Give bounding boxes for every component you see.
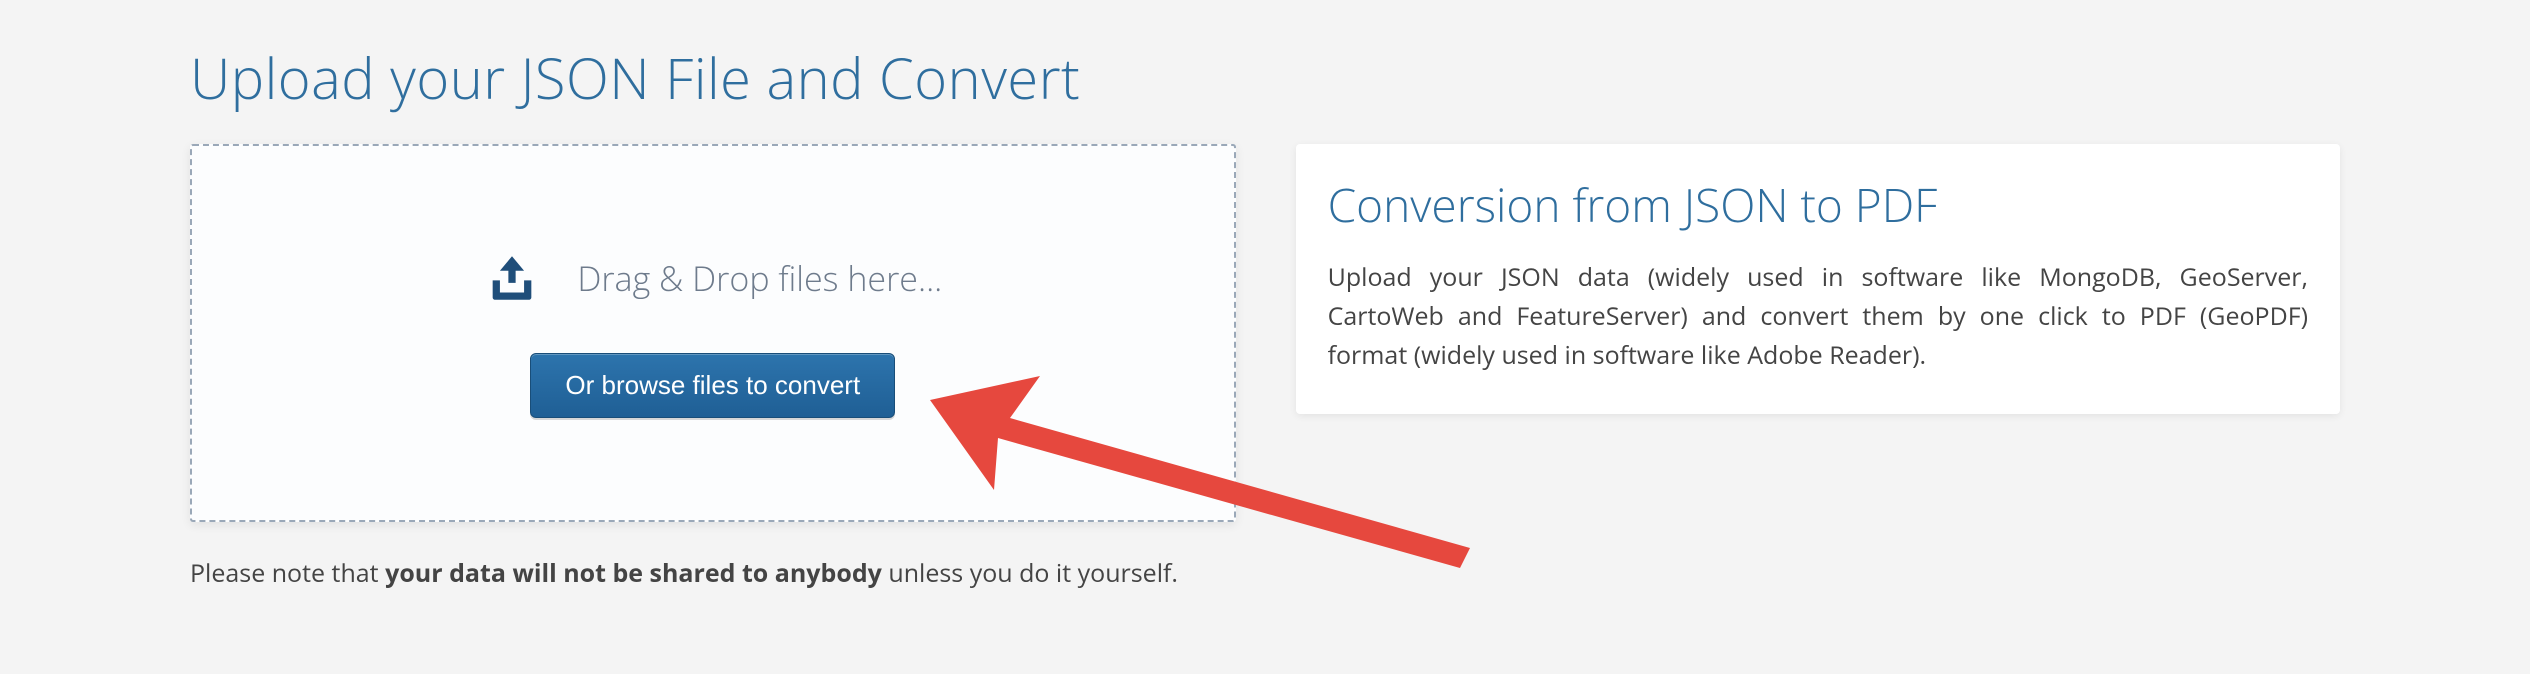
note-bold: your data will not be shared to anybody <box>385 556 882 590</box>
info-body: Upload your JSON data (widely used in so… <box>1328 258 2308 374</box>
privacy-note: Please note that your data will not be s… <box>190 556 2340 590</box>
note-prefix: Please note that <box>190 556 385 590</box>
upload-icon <box>483 249 541 307</box>
browse-files-button[interactable]: Or browse files to convert <box>530 353 895 418</box>
content-row: Drag & Drop files here... Or browse file… <box>190 144 2340 522</box>
file-dropzone[interactable]: Drag & Drop files here... Or browse file… <box>190 144 1236 522</box>
drop-text: Drag & Drop files here... <box>577 255 942 301</box>
note-suffix: unless you do it yourself. <box>882 556 1178 590</box>
page-title: Upload your JSON File and Convert <box>190 40 2340 116</box>
conversion-info-card: Conversion from JSON to PDF Upload your … <box>1296 144 2340 414</box>
info-title: Conversion from JSON to PDF <box>1328 174 2308 236</box>
drop-prompt-row: Drag & Drop files here... <box>483 249 942 307</box>
